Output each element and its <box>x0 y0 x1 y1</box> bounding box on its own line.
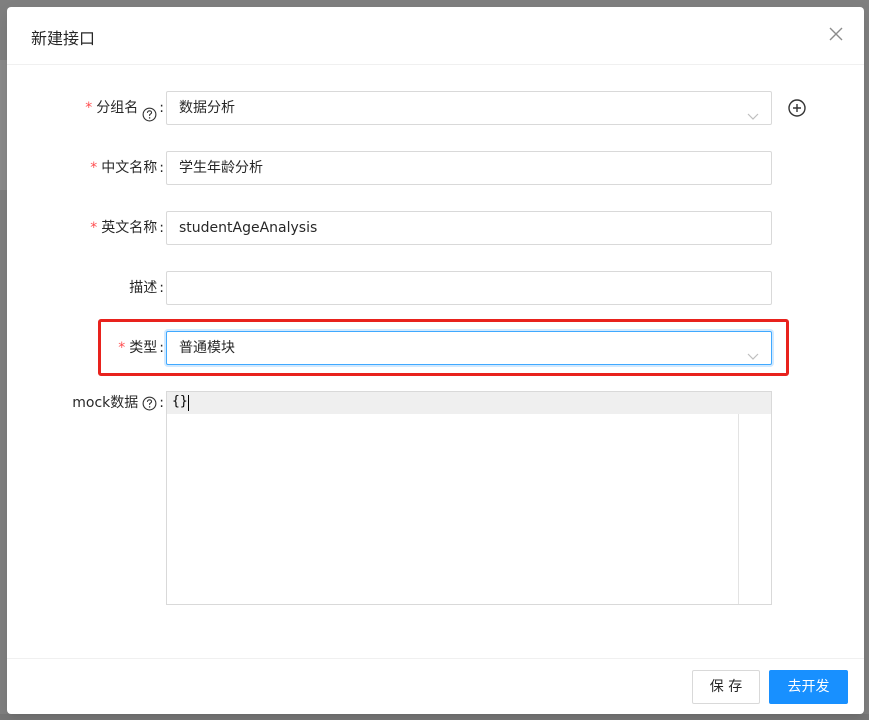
editor-scrollbar[interactable] <box>738 414 739 604</box>
en-name-input[interactable]: studentAgeAnalysis <box>166 211 772 245</box>
question-circle-icon[interactable] <box>142 101 157 121</box>
new-api-modal: 新建接口 * 分组名 : 数据分析 * 中文名称: 学生年龄分析 * 英文名称… <box>7 7 864 714</box>
cn-name-label: * 中文名称 : <box>90 151 164 185</box>
plus-circle-icon[interactable] <box>787 98 807 118</box>
chevron-down-icon <box>747 102 759 120</box>
modal-title: 新建接口 <box>31 29 96 48</box>
background-page-bottom <box>0 714 869 720</box>
type-select-value: 普通模块 <box>179 340 235 356</box>
cn-name-label-text: 中文名称 <box>101 160 158 176</box>
modal-header: 新建接口 <box>7 7 864 65</box>
mock-colon: : <box>159 395 164 411</box>
mock-code-editor[interactable]: {} <box>166 391 772 605</box>
form-row-cn-name: * 中文名称 : 学生年龄分析 <box>7 151 864 185</box>
form-row-en-name: * 英文名称 : studentAgeAnalysis <box>7 211 864 245</box>
cn-name-colon: : <box>159 160 164 176</box>
description-colon: : <box>159 280 164 296</box>
en-name-label-text: 英文名称 <box>101 220 158 236</box>
close-icon[interactable] <box>826 24 846 44</box>
go-develop-button[interactable]: 去开发 <box>769 670 848 704</box>
type-label: * 类型 : <box>118 331 164 365</box>
required-mark: * <box>90 160 98 176</box>
type-select[interactable]: 普通模块 <box>166 331 772 365</box>
group-select[interactable]: 数据分析 <box>166 91 772 125</box>
group-label: * 分组名 : <box>85 91 164 125</box>
question-circle-icon[interactable] <box>142 396 157 411</box>
cn-name-input[interactable]: 学生年龄分析 <box>166 151 772 185</box>
required-mark: * <box>85 100 93 116</box>
form-row-description: 描述 : <box>7 271 864 305</box>
modal-footer: 保 存 去开发 <box>7 658 864 714</box>
en-name-colon: : <box>159 220 164 236</box>
type-colon: : <box>159 340 164 356</box>
group-colon: : <box>159 100 164 116</box>
editor-cursor <box>188 395 189 411</box>
type-label-text: 类型 <box>129 340 158 356</box>
editor-active-line <box>167 392 771 414</box>
group-label-text: 分组名 <box>96 100 139 116</box>
required-mark: * <box>118 340 126 356</box>
form-row-type: * 类型 : 普通模块 <box>7 331 864 365</box>
description-input[interactable] <box>166 271 772 305</box>
group-select-value: 数据分析 <box>179 100 235 116</box>
editor-content: {} <box>172 394 188 409</box>
required-mark: * <box>90 220 98 236</box>
description-label: 描述 : <box>129 271 164 305</box>
chevron-down-icon <box>747 342 759 360</box>
save-button[interactable]: 保 存 <box>692 670 760 704</box>
en-name-label: * 英文名称 : <box>90 211 164 245</box>
description-label-text: 描述 <box>129 280 158 296</box>
mock-label: mock数据 : <box>72 392 164 414</box>
mock-label-text: mock数据 <box>72 395 139 411</box>
form-row-group: * 分组名 : 数据分析 <box>7 91 864 125</box>
